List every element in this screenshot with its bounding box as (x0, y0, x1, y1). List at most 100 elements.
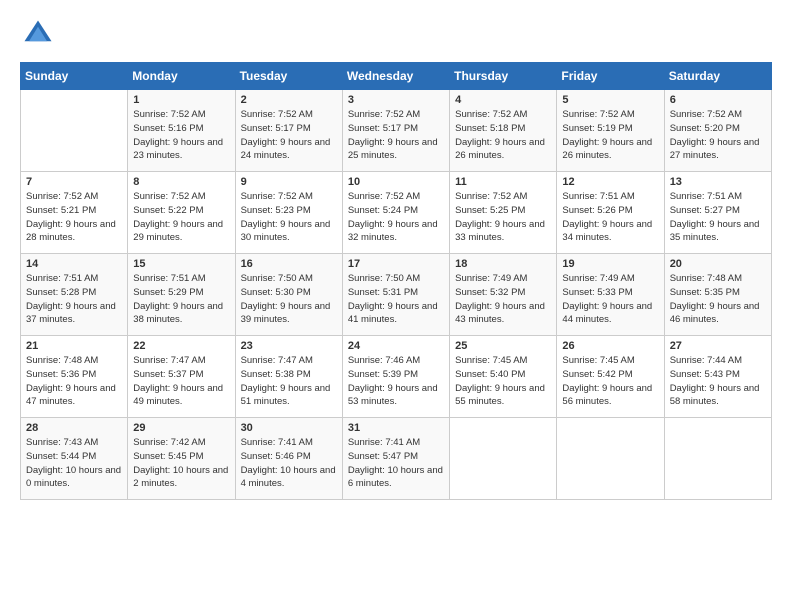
calendar-cell: 31Sunrise: 7:41 AMSunset: 5:47 PMDayligh… (342, 418, 449, 500)
day-number: 31 (348, 422, 444, 434)
day-number: 8 (133, 176, 229, 188)
calendar-week-row: 21 Sunrise: 7:48 AMSunset: 5:36 PMDayligh… (21, 336, 772, 418)
calendar-cell (557, 418, 664, 500)
calendar-table: SundayMondayTuesdayWednesdayThursdayFrid… (20, 62, 772, 500)
day-info: Sunrise: 7:45 AMSunset: 5:42 PMDaylight:… (562, 354, 658, 409)
day-info: Sunrise: 7:48 AMSunset: 5:36 PMDaylight:… (26, 354, 122, 409)
day-number: 19 (562, 258, 658, 270)
day-info: Sunrise: 7:52 AMSunset: 5:24 PMDaylight:… (348, 190, 444, 245)
calendar-cell: 18Sunrise: 7:49 AMSunset: 5:32 PMDayligh… (450, 254, 557, 336)
calendar-cell: 14 Sunrise: 7:51 AMSunset: 5:28 PMDayligh… (21, 254, 128, 336)
calendar-cell (21, 90, 128, 172)
day-info: Sunrise: 7:41 AMSunset: 5:46 PMDaylight:… (241, 436, 337, 491)
day-number: 9 (241, 176, 337, 188)
day-number: 30 (241, 422, 337, 434)
weekday-header: Thursday (450, 63, 557, 90)
calendar-cell: 21 Sunrise: 7:48 AMSunset: 5:36 PMDayligh… (21, 336, 128, 418)
weekday-header-row: SundayMondayTuesdayWednesdayThursdayFrid… (21, 63, 772, 90)
weekday-header: Saturday (664, 63, 771, 90)
weekday-header: Wednesday (342, 63, 449, 90)
logo (20, 16, 60, 52)
day-info: Sunrise: 7:52 AMSunset: 5:22 PMDaylight:… (133, 190, 229, 245)
day-info: Sunrise: 7:52 AMSunset: 5:17 PMDaylight:… (241, 108, 337, 163)
calendar-cell (664, 418, 771, 500)
calendar-cell: 24 Sunrise: 7:46 AMSunset: 5:39 PMDayligh… (342, 336, 449, 418)
calendar-cell: 17 Sunrise: 7:50 AMSunset: 5:31 PMDayligh… (342, 254, 449, 336)
day-number: 4 (455, 94, 551, 106)
weekday-header: Tuesday (235, 63, 342, 90)
day-number: 29 (133, 422, 229, 434)
day-info: Sunrise: 7:52 AMSunset: 5:20 PMDaylight:… (670, 108, 766, 163)
day-number: 24 (348, 340, 444, 352)
day-number: 7 (26, 176, 122, 188)
day-number: 5 (562, 94, 658, 106)
day-info: Sunrise: 7:51 AMSunset: 5:28 PMDaylight:… (26, 272, 122, 327)
day-info: Sunrise: 7:52 AMSunset: 5:17 PMDaylight:… (348, 108, 444, 163)
calendar-cell: 30 Sunrise: 7:41 AMSunset: 5:46 PMDayligh… (235, 418, 342, 500)
day-number: 21 (26, 340, 122, 352)
calendar-cell: 27 Sunrise: 7:44 AMSunset: 5:43 PMDayligh… (664, 336, 771, 418)
day-info: Sunrise: 7:45 AMSunset: 5:40 PMDaylight:… (455, 354, 551, 409)
calendar-cell: 11Sunrise: 7:52 AMSunset: 5:25 PMDayligh… (450, 172, 557, 254)
weekday-header: Sunday (21, 63, 128, 90)
day-info: Sunrise: 7:43 AMSunset: 5:44 PMDaylight:… (26, 436, 122, 491)
logo-icon (20, 16, 56, 52)
day-info: Sunrise: 7:52 AMSunset: 5:16 PMDaylight:… (133, 108, 229, 163)
day-info: Sunrise: 7:52 AMSunset: 5:18 PMDaylight:… (455, 108, 551, 163)
calendar-cell: 26 Sunrise: 7:45 AMSunset: 5:42 PMDayligh… (557, 336, 664, 418)
calendar-cell: 25 Sunrise: 7:45 AMSunset: 5:40 PMDayligh… (450, 336, 557, 418)
day-info: Sunrise: 7:52 AMSunset: 5:21 PMDaylight:… (26, 190, 122, 245)
day-info: Sunrise: 7:52 AMSunset: 5:23 PMDaylight:… (241, 190, 337, 245)
calendar-cell: 16Sunrise: 7:50 AMSunset: 5:30 PMDayligh… (235, 254, 342, 336)
day-number: 6 (670, 94, 766, 106)
day-number: 15 (133, 258, 229, 270)
day-number: 17 (348, 258, 444, 270)
calendar-cell: 10 Sunrise: 7:52 AMSunset: 5:24 PMDayligh… (342, 172, 449, 254)
day-number: 28 (26, 422, 122, 434)
calendar-cell: 8 Sunrise: 7:52 AMSunset: 5:22 PMDaylight… (128, 172, 235, 254)
calendar-cell: 5 Sunrise: 7:52 AMSunset: 5:19 PMDaylight… (557, 90, 664, 172)
day-number: 20 (670, 258, 766, 270)
day-info: Sunrise: 7:51 AMSunset: 5:27 PMDaylight:… (670, 190, 766, 245)
day-number: 26 (562, 340, 658, 352)
day-info: Sunrise: 7:47 AMSunset: 5:37 PMDaylight:… (133, 354, 229, 409)
calendar-cell: 4 Sunrise: 7:52 AMSunset: 5:18 PMDaylight… (450, 90, 557, 172)
day-number: 1 (133, 94, 229, 106)
day-number: 2 (241, 94, 337, 106)
day-number: 25 (455, 340, 551, 352)
calendar-week-row: 14 Sunrise: 7:51 AMSunset: 5:28 PMDayligh… (21, 254, 772, 336)
day-number: 16 (241, 258, 337, 270)
weekday-header: Monday (128, 63, 235, 90)
day-info: Sunrise: 7:51 AMSunset: 5:29 PMDaylight:… (133, 272, 229, 327)
day-info: Sunrise: 7:49 AMSunset: 5:33 PMDaylight:… (562, 272, 658, 327)
header (20, 16, 772, 52)
day-info: Sunrise: 7:49 AMSunset: 5:32 PMDaylight:… (455, 272, 551, 327)
day-number: 13 (670, 176, 766, 188)
calendar-cell: 3 Sunrise: 7:52 AMSunset: 5:17 PMDaylight… (342, 90, 449, 172)
calendar-cell: 28 Sunrise: 7:43 AMSunset: 5:44 PMDayligh… (21, 418, 128, 500)
day-info: Sunrise: 7:48 AMSunset: 5:35 PMDaylight:… (670, 272, 766, 327)
day-number: 14 (26, 258, 122, 270)
calendar-cell: 9 Sunrise: 7:52 AMSunset: 5:23 PMDaylight… (235, 172, 342, 254)
calendar-week-row: 7 Sunrise: 7:52 AMSunset: 5:21 PMDaylight… (21, 172, 772, 254)
day-info: Sunrise: 7:44 AMSunset: 5:43 PMDaylight:… (670, 354, 766, 409)
day-number: 3 (348, 94, 444, 106)
day-number: 12 (562, 176, 658, 188)
day-number: 11 (455, 176, 551, 188)
weekday-header: Friday (557, 63, 664, 90)
day-number: 27 (670, 340, 766, 352)
calendar-cell: 19 Sunrise: 7:49 AMSunset: 5:33 PMDayligh… (557, 254, 664, 336)
day-info: Sunrise: 7:46 AMSunset: 5:39 PMDaylight:… (348, 354, 444, 409)
calendar-cell: 23Sunrise: 7:47 AMSunset: 5:38 PMDayligh… (235, 336, 342, 418)
day-number: 10 (348, 176, 444, 188)
calendar-cell: 12 Sunrise: 7:51 AMSunset: 5:26 PMDayligh… (557, 172, 664, 254)
calendar-cell: 20 Sunrise: 7:48 AMSunset: 5:35 PMDayligh… (664, 254, 771, 336)
day-info: Sunrise: 7:52 AMSunset: 5:19 PMDaylight:… (562, 108, 658, 163)
day-number: 22 (133, 340, 229, 352)
calendar-cell: 29 Sunrise: 7:42 AMSunset: 5:45 PMDayligh… (128, 418, 235, 500)
day-info: Sunrise: 7:51 AMSunset: 5:26 PMDaylight:… (562, 190, 658, 245)
calendar-cell: 13 Sunrise: 7:51 AMSunset: 5:27 PMDayligh… (664, 172, 771, 254)
calendar-cell (450, 418, 557, 500)
day-info: Sunrise: 7:50 AMSunset: 5:31 PMDaylight:… (348, 272, 444, 327)
day-info: Sunrise: 7:42 AMSunset: 5:45 PMDaylight:… (133, 436, 229, 491)
